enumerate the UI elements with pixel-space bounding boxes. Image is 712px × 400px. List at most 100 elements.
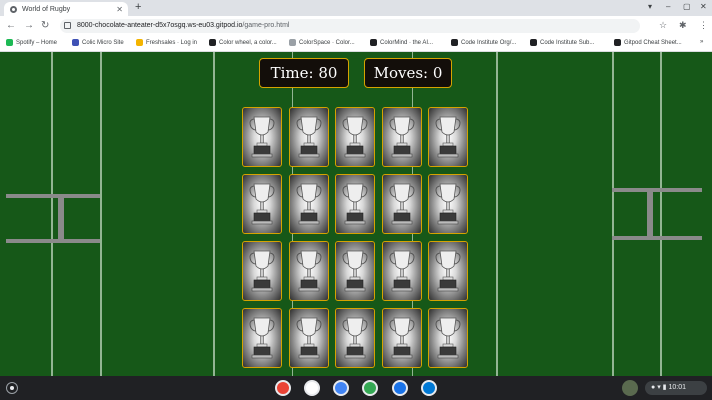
bookmark-item[interactable]: ColorMind · the AI... xyxy=(370,39,433,46)
lock-icon xyxy=(64,21,71,29)
back-icon[interactable]: ← xyxy=(6,19,16,33)
play-store-icon[interactable] xyxy=(362,380,378,396)
bookmark-item[interactable]: Code Institute Org/... xyxy=(451,39,516,46)
game-page: Time: 80 Moves: 0 xyxy=(0,52,712,376)
menu-icon[interactable]: ⋮ xyxy=(699,20,708,31)
memory-card[interactable] xyxy=(242,107,282,167)
memory-card[interactable] xyxy=(382,241,422,301)
memory-card[interactable] xyxy=(382,174,422,234)
bookmarks-bar: Spotify – Home Colic Micro Site Freshsales… xyxy=(0,36,712,52)
memory-card[interactable] xyxy=(335,174,375,234)
bookmark-label: Color wheel, a color... xyxy=(219,39,277,46)
memory-card[interactable] xyxy=(428,241,468,301)
minimize-icon[interactable]: – xyxy=(666,2,670,11)
tab-close-icon[interactable]: ✕ xyxy=(116,5,123,14)
docs-icon[interactable] xyxy=(333,380,349,396)
pitch-line xyxy=(213,52,215,376)
bookmark-favicon-icon xyxy=(370,39,377,46)
chrome-icon[interactable] xyxy=(275,380,291,396)
maximize-icon[interactable]: ▢ xyxy=(683,2,691,11)
memory-card[interactable] xyxy=(428,107,468,167)
system-tray[interactable]: ● ▾ ▮ 10:01 xyxy=(645,381,707,395)
user-avatar[interactable] xyxy=(622,380,638,396)
browser-tab[interactable]: World of Rugby ✕ xyxy=(4,2,128,16)
memory-card[interactable] xyxy=(428,308,468,368)
bookmark-label: ColorSpace · Color... xyxy=(299,39,355,46)
url-path: /game-pro.html xyxy=(242,22,290,29)
memory-card[interactable] xyxy=(335,241,375,301)
pitch-line xyxy=(612,52,614,376)
memory-card[interactable] xyxy=(242,174,282,234)
launcher-icon[interactable] xyxy=(6,382,18,394)
memory-card[interactable] xyxy=(289,308,329,368)
bookmark-item[interactable]: Spotify – Home xyxy=(6,39,57,46)
site-favicon-icon xyxy=(10,5,17,13)
browser-toolbar: ← → ↻ 8000-chocolate-anteater-d5x7osgq.w… xyxy=(0,16,712,36)
files-icon[interactable] xyxy=(392,380,408,396)
tab-title: World of Rugby xyxy=(22,5,71,13)
gmail-icon[interactable] xyxy=(304,380,320,396)
window-close-icon[interactable]: ✕ xyxy=(700,2,707,11)
trophy-icon xyxy=(389,183,415,225)
trophy-icon xyxy=(342,317,368,359)
bookmark-favicon-icon xyxy=(289,39,296,46)
extensions-icon[interactable]: ✱ xyxy=(679,20,687,31)
bookmark-star-icon[interactable]: ☆ xyxy=(659,20,667,31)
bookmark-item[interactable]: Color wheel, a color... xyxy=(209,39,277,46)
goalpost-right xyxy=(647,188,653,240)
wifi-icon: ▾ xyxy=(657,384,661,391)
bookmark-item[interactable]: Freshsales · Log in xyxy=(136,39,197,46)
new-tab-icon[interactable]: + xyxy=(135,1,141,13)
trophy-icon xyxy=(249,317,275,359)
bookmarks-overflow-icon[interactable]: » xyxy=(700,39,703,45)
bookmark-label: Spotify – Home xyxy=(16,39,58,46)
reload-icon[interactable]: ↻ xyxy=(41,19,49,33)
trophy-icon xyxy=(342,183,368,225)
trophy-icon xyxy=(249,183,275,225)
url-host: 8000-chocolate-anteater-d5x7osgq.ws-eu03… xyxy=(77,22,243,29)
trophy-icon xyxy=(389,250,415,292)
goalpost-right xyxy=(612,236,702,240)
bookmark-item[interactable]: Gitpod Cheat Sheet... xyxy=(614,39,682,46)
bookmark-item[interactable]: Code Institute Sub... xyxy=(530,39,594,46)
bookmark-label: Code Institute Org/... xyxy=(461,39,517,46)
goalpost-left xyxy=(6,239,100,243)
chromeos-shelf: ● ▾ ▮ 10:01 xyxy=(0,376,712,400)
bookmark-favicon-icon xyxy=(6,39,13,46)
clock: 10:01 xyxy=(668,384,686,391)
pitch-line xyxy=(496,52,498,376)
memory-card[interactable] xyxy=(242,308,282,368)
bookmark-item[interactable]: ColorSpace · Color... xyxy=(289,39,355,46)
memory-card[interactable] xyxy=(289,174,329,234)
memory-card[interactable] xyxy=(428,174,468,234)
trophy-icon xyxy=(342,116,368,158)
memory-card[interactable] xyxy=(289,107,329,167)
memory-card[interactable] xyxy=(335,308,375,368)
memory-card[interactable] xyxy=(335,107,375,167)
memory-card[interactable] xyxy=(382,308,422,368)
timer-display: Time: 80 xyxy=(259,58,349,88)
memory-card[interactable] xyxy=(242,241,282,301)
trophy-icon xyxy=(435,116,461,158)
notification-icon: ● xyxy=(651,384,656,391)
trophy-icon xyxy=(389,116,415,158)
memory-card[interactable] xyxy=(382,107,422,167)
bookmark-label: ColorMind · the AI... xyxy=(380,39,434,46)
tab-search-icon[interactable]: ▾ xyxy=(648,2,652,11)
bookmark-favicon-icon xyxy=(614,39,621,46)
goalpost-left xyxy=(58,194,64,243)
address-bar[interactable]: 8000-chocolate-anteater-d5x7osgq.ws-eu03… xyxy=(60,19,640,33)
trophy-icon xyxy=(296,250,322,292)
bookmark-item[interactable]: Colic Micro Site xyxy=(72,39,124,46)
pitch-line xyxy=(100,52,102,376)
goalpost-left xyxy=(6,194,100,198)
bookmark-favicon-icon xyxy=(530,39,537,46)
outlook-icon[interactable] xyxy=(421,380,437,396)
trophy-icon xyxy=(342,250,368,292)
trophy-icon xyxy=(296,183,322,225)
forward-icon[interactable]: → xyxy=(24,19,34,33)
trophy-icon xyxy=(389,317,415,359)
trophy-icon xyxy=(249,250,275,292)
bookmark-label: Freshsales · Log in xyxy=(146,39,198,46)
memory-card[interactable] xyxy=(289,241,329,301)
